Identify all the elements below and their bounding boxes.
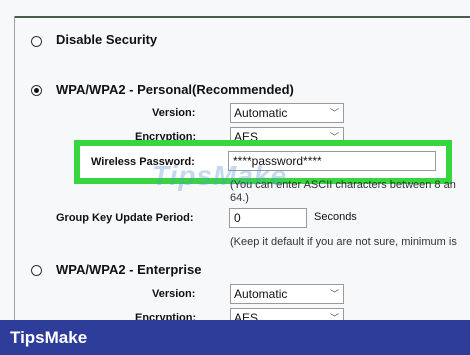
wpa-enterprise-radio[interactable] [31,265,42,276]
wpa-personal-radio[interactable] [31,85,42,96]
wireless-security-settings: Disable Security WPA/WPA2 - Personal(Rec… [0,0,470,355]
disable-security-radio[interactable] [31,36,42,47]
group-key-unit: Seconds [314,211,357,223]
personal-version-label: Version: [152,107,196,119]
group-key-input[interactable]: 0 [229,208,307,228]
chevron-down-icon: ﹀ [329,108,339,118]
password-hint-cont: 64.) [230,192,249,204]
enterprise-version-select[interactable]: Automatic ﹀ [230,284,344,304]
disable-security-label: Disable Security [56,32,158,47]
group-key-label: Group Key Update Period: [56,212,194,224]
personal-version-select[interactable]: Automatic ﹀ [230,103,344,123]
brand-logo: TipsMake [10,328,88,347]
brand-bar: TipsMake [0,320,470,355]
watermark: TipsMake [152,160,288,191]
left-border [14,16,15,355]
enterprise-version-label: Version: [152,288,196,300]
group-key-hint: (Keep it default if you are not sure, mi… [230,236,457,248]
wpa-enterprise-label: WPA/WPA2 - Enterprise [56,262,202,277]
wpa-personal-label: WPA/WPA2 - Personal(Recommended) [56,82,294,97]
top-divider [14,16,470,18]
enterprise-version-value: Automatic [234,287,288,301]
personal-version-value: Automatic [234,106,288,120]
chevron-down-icon: ﹀ [329,289,339,299]
